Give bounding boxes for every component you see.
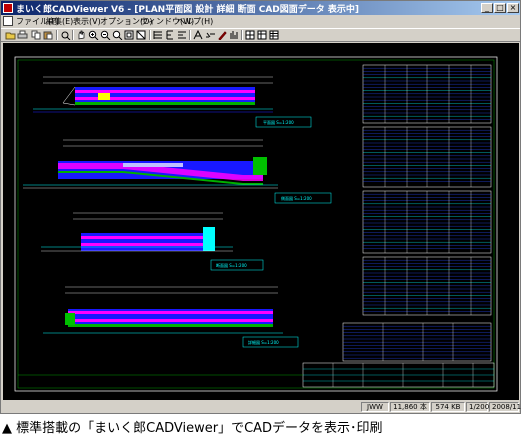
print-setting-icon[interactable]	[205, 30, 216, 40]
status-size: 574 KB	[431, 402, 465, 412]
minimize-button[interactable]: _	[481, 3, 493, 13]
select-icon[interactable]	[60, 30, 71, 40]
tile-icon[interactable]	[269, 30, 280, 40]
maximize-button[interactable]: □	[494, 3, 506, 13]
measure-icon[interactable]	[165, 30, 176, 40]
status-date: 2008/11/26	[489, 402, 521, 412]
window-icon[interactable]	[257, 30, 268, 40]
table-block-3	[362, 190, 492, 254]
document-icon[interactable]	[3, 16, 13, 26]
menu-bar: ファイル(F) 編集(E) 表示(V) オプション(O) ウィンドウ(W) ヘル…	[1, 15, 520, 28]
close-button[interactable]: ×	[507, 3, 519, 13]
detail-view-4	[43, 286, 299, 348]
menu-help[interactable]: ヘルプ(H)	[177, 16, 213, 27]
app-icon[interactable]	[3, 3, 13, 13]
section-label-3: 断面図 S=1:200	[216, 262, 247, 268]
caption: ▲ 標準搭載の「まいく郎CADViewer」でCADデータを表示･印刷	[2, 421, 383, 436]
table-block-1	[362, 64, 492, 124]
application-window: まいく郎CADViewer V6 - [PLAN平面図 設計 詳細 断面 CAD…	[0, 0, 521, 414]
section-label-4: 詳細図 S=1:200	[248, 339, 279, 345]
status-scale: 1/200	[466, 402, 489, 412]
zoom-fit-icon[interactable]	[136, 30, 147, 40]
table-block-2	[362, 126, 492, 188]
toolbar	[1, 28, 520, 42]
section-view-3	[41, 212, 264, 271]
text-icon[interactable]	[177, 30, 188, 40]
title-block	[18, 362, 495, 388]
cad-drawing: 平面図 S=1:200 側面図 S=1:200 断面図 S=1:200 詳細図 …	[14, 56, 498, 392]
status-format: JWW	[361, 402, 389, 412]
zoom-in-icon[interactable]	[88, 30, 99, 40]
menu-edit[interactable]: 編集(E)	[46, 16, 73, 27]
table-block-5	[342, 322, 492, 362]
property-icon[interactable]	[193, 30, 204, 40]
pan-icon[interactable]	[76, 30, 87, 40]
table-block-4	[362, 256, 492, 316]
pen-icon[interactable]	[217, 30, 228, 40]
layer-icon[interactable]	[153, 30, 164, 40]
section-label-1: 平面図 S=1:200	[263, 120, 294, 125]
window-title: まいく郎CADViewer V6 - [PLAN平面図 設計 詳細 断面 CAD…	[16, 5, 360, 15]
copy-icon[interactable]	[31, 30, 42, 40]
section-label-2: 側面図 S=1:200	[281, 195, 312, 201]
drawing-canvas[interactable]: 平面図 S=1:200 側面図 S=1:200 断面図 S=1:200 詳細図 …	[3, 43, 519, 400]
open-icon[interactable]	[5, 30, 16, 40]
menu-view[interactable]: 表示(V)	[73, 16, 101, 27]
color-icon[interactable]	[229, 30, 240, 40]
grid-icon[interactable]	[245, 30, 256, 40]
status-bar: JWW 11,860 本 574 KB 1/200 2008/11/26	[1, 401, 521, 413]
paste-icon[interactable]	[43, 30, 54, 40]
data-tables	[342, 64, 492, 362]
title-bar[interactable]: まいく郎CADViewer V6 - [PLAN平面図 設計 詳細 断面 CAD…	[1, 1, 520, 15]
zoom-window-icon[interactable]	[112, 30, 123, 40]
print-icon[interactable]	[17, 30, 28, 40]
status-objects: 11,860 本	[390, 402, 430, 412]
zoom-all-icon[interactable]	[124, 30, 135, 40]
side-view-2	[23, 139, 332, 204]
zoom-out-icon[interactable]	[100, 30, 111, 40]
